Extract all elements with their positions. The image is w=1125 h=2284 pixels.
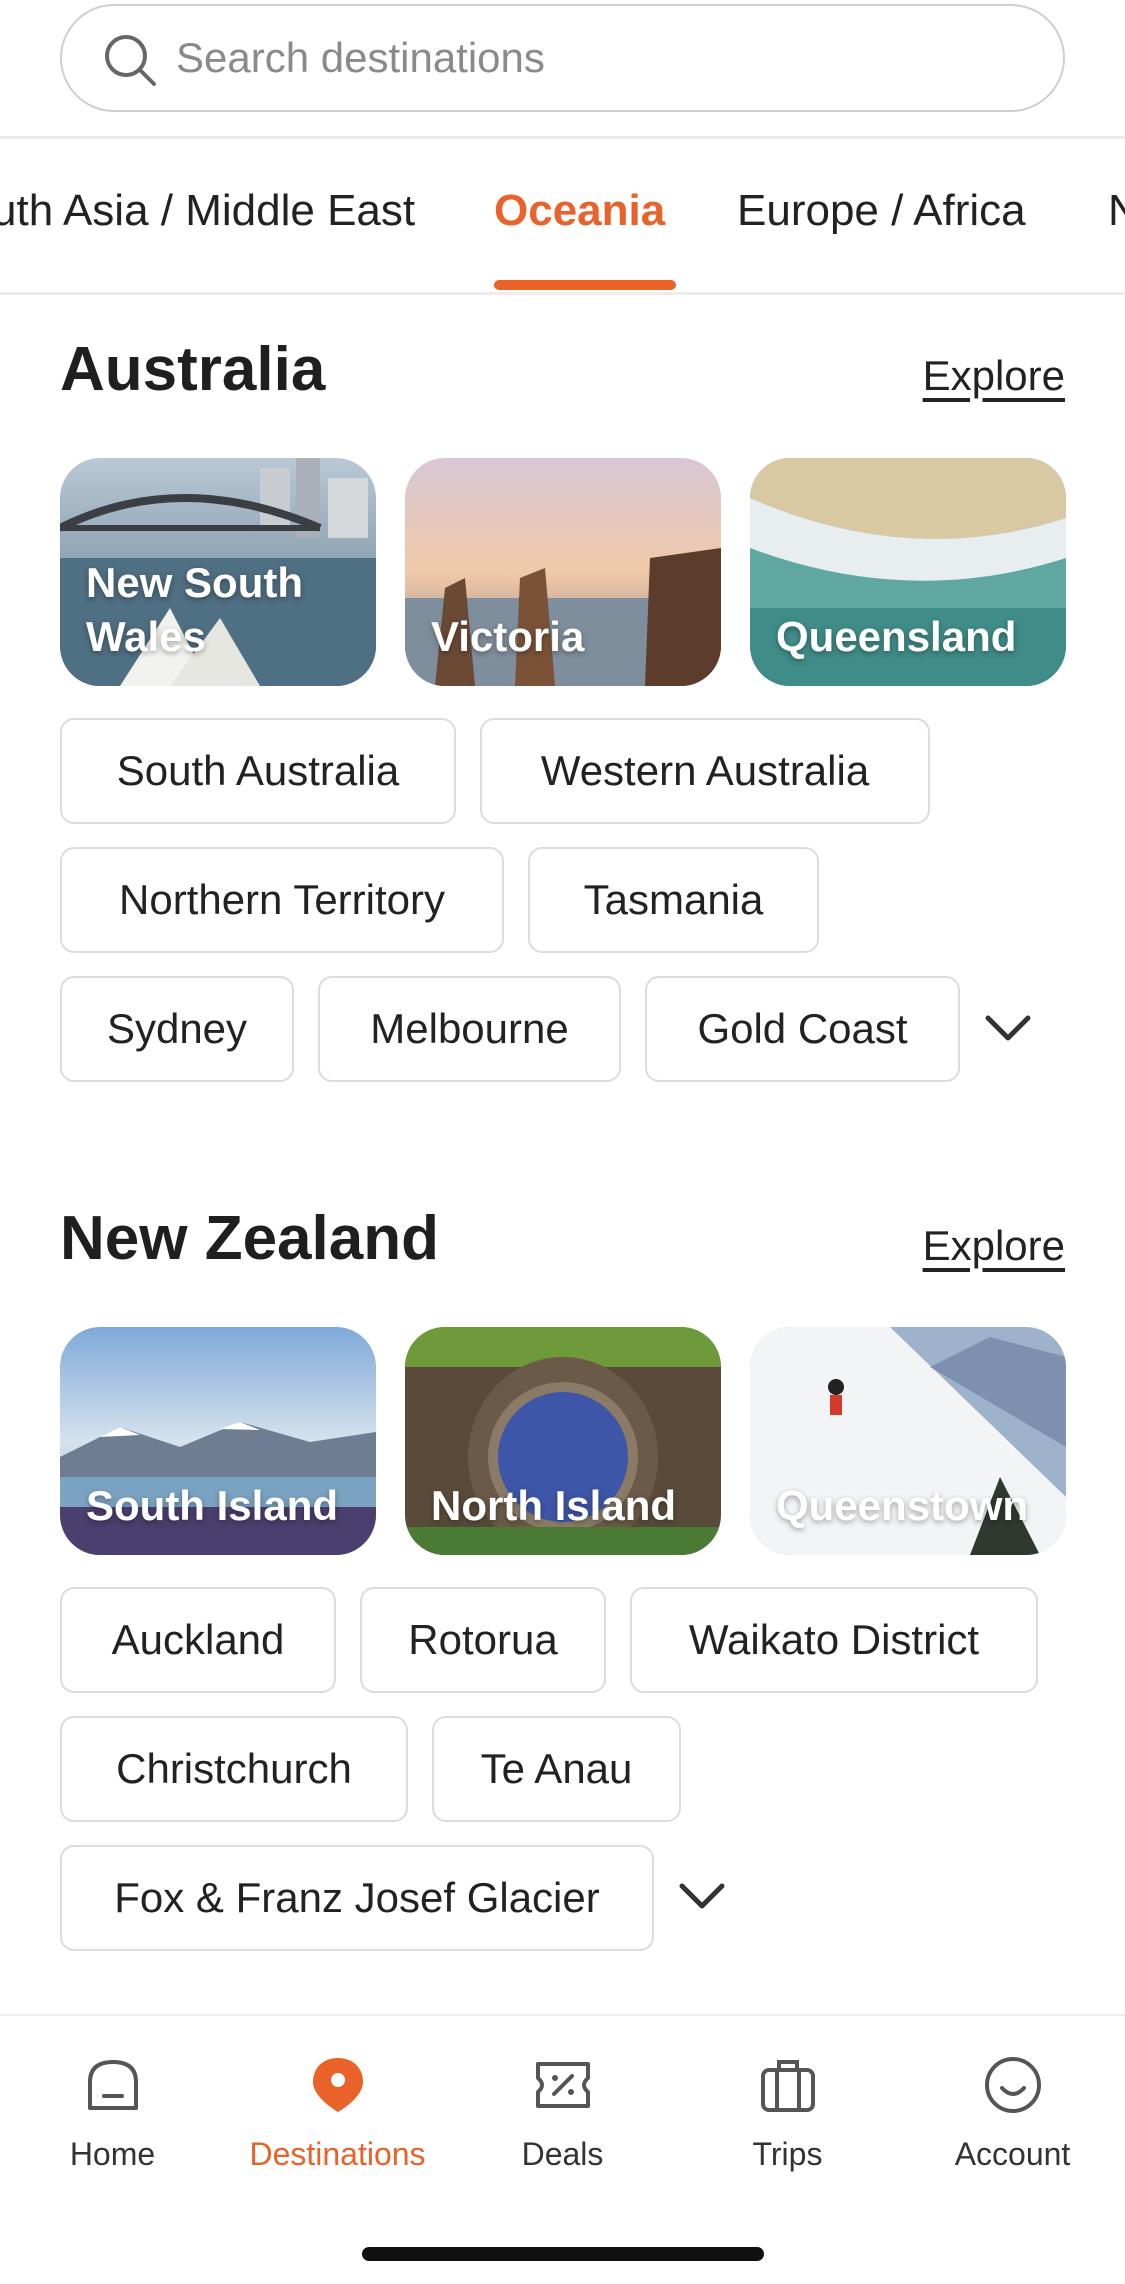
chip-melbourne[interactable]: Melbourne xyxy=(318,976,621,1082)
chip-christchurch[interactable]: Christchurch xyxy=(60,1716,408,1822)
card-label: South Island xyxy=(86,1482,338,1529)
chip-tasmania[interactable]: Tasmania xyxy=(528,847,819,953)
search-icon xyxy=(105,35,156,86)
location-pin-icon xyxy=(313,2058,363,2112)
bottom-nav: Home Destinations Deals Trips Account xyxy=(0,2014,1125,2284)
divider xyxy=(0,136,1125,139)
chip-northern-territory[interactable]: Northern Territory xyxy=(60,847,504,953)
tab-europe-africa[interactable]: Europe / Africa xyxy=(737,186,1026,236)
section-title: Australia xyxy=(60,335,326,404)
tab-south-asia-middle-east[interactable]: uth Asia / Middle East xyxy=(0,186,415,236)
nav-item-home[interactable]: Home xyxy=(0,2016,225,2216)
nav-label: Trips xyxy=(752,2136,823,2172)
card-label: Queensland xyxy=(776,613,1017,660)
section-title: New Zealand xyxy=(60,1204,439,1273)
search-bar[interactable] xyxy=(60,4,1065,112)
chip-rotorua[interactable]: Rotorua xyxy=(360,1587,606,1693)
destination-card-new-south-wales[interactable]: New South Wales xyxy=(60,458,376,686)
chip-gold-coast[interactable]: Gold Coast xyxy=(645,976,960,1082)
chip-auckland[interactable]: Auckland xyxy=(60,1587,336,1693)
destination-card-victoria[interactable]: Victoria xyxy=(405,458,721,686)
card-label: Victoria xyxy=(431,613,585,660)
chip-south-australia[interactable]: South Australia xyxy=(60,718,456,824)
chip-waikato-district[interactable]: Waikato District xyxy=(630,1587,1038,1693)
chip-te-anau[interactable]: Te Anau xyxy=(432,1716,681,1822)
home-icon xyxy=(88,2060,138,2110)
chip-sydney[interactable]: Sydney xyxy=(60,976,294,1082)
nav-item-trips[interactable]: Trips xyxy=(675,2016,900,2216)
explore-link[interactable]: Explore xyxy=(923,1222,1065,1270)
card-label: Queenstown xyxy=(776,1482,1029,1529)
home-indicator xyxy=(362,2247,764,2261)
destination-card-queensland[interactable]: Queensland xyxy=(750,458,1066,686)
nav-label: Account xyxy=(954,2136,1071,2172)
destination-card-north-island[interactable]: North Island xyxy=(405,1327,721,1555)
destination-card-south-island[interactable]: South Island xyxy=(60,1327,376,1555)
chip-fox-franz-josef-glacier[interactable]: Fox & Franz Josef Glacier xyxy=(60,1845,654,1951)
suitcase-icon xyxy=(761,2060,815,2112)
divider xyxy=(0,292,1125,295)
card-label: New South Wales xyxy=(86,559,303,660)
chevron-down-icon[interactable] xyxy=(672,1866,732,1926)
account-smile-icon xyxy=(985,2057,1041,2113)
chevron-down-icon[interactable] xyxy=(978,998,1038,1058)
card-label: North Island xyxy=(431,1482,677,1529)
nav-item-destinations[interactable]: Destinations xyxy=(225,2016,450,2216)
nav-label: Deals xyxy=(521,2136,604,2172)
nav-item-deals[interactable]: Deals xyxy=(450,2016,675,2216)
active-tab-indicator xyxy=(494,280,676,290)
deals-icon xyxy=(536,2062,590,2108)
tab-oceania[interactable]: Oceania xyxy=(494,186,665,236)
region-tabs: uth Asia / Middle East Oceania Europe / … xyxy=(0,140,1125,290)
nav-label: Destinations xyxy=(249,2136,426,2172)
explore-link[interactable]: Explore xyxy=(923,352,1065,400)
nav-item-account[interactable]: Account xyxy=(900,2016,1125,2216)
nav-label: Home xyxy=(69,2136,156,2172)
destination-card-queenstown[interactable]: Queenstown xyxy=(750,1327,1066,1555)
tab-next-region[interactable]: N xyxy=(1108,186,1125,236)
chip-western-australia[interactable]: Western Australia xyxy=(480,718,930,824)
search-input[interactable] xyxy=(176,6,1036,110)
